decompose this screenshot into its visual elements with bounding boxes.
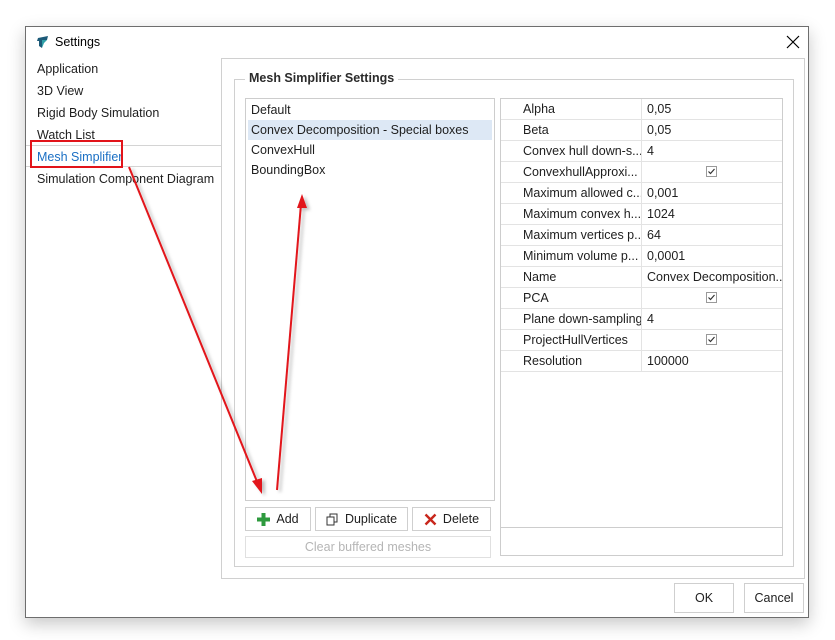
property-row[interactable]: Name Convex Decomposition... bbox=[501, 267, 782, 288]
property-name: Alpha bbox=[523, 102, 555, 116]
property-row[interactable]: Plane down-sampling 4 bbox=[501, 309, 782, 330]
property-grid: Alpha 0,05 Beta 0,05 Convex hull down-s... 4 C… bbox=[500, 98, 783, 556]
property-name: ProjectHullVertices bbox=[523, 333, 628, 347]
duplicate-label: Duplicate bbox=[344, 512, 398, 526]
add-label: Add bbox=[276, 512, 299, 526]
property-value[interactable]: 100000 bbox=[647, 351, 782, 371]
property-row[interactable]: Maximum convex h... 1024 bbox=[501, 204, 782, 225]
property-name: Maximum allowed c... bbox=[523, 186, 641, 200]
property-column-divider bbox=[641, 309, 642, 329]
nav-item-simulation-component-diagram[interactable]: Simulation Component Diagram bbox=[37, 172, 214, 186]
property-row[interactable]: Resolution 100000 bbox=[501, 351, 782, 372]
property-column-divider bbox=[641, 120, 642, 140]
property-value[interactable]: 64 bbox=[647, 225, 782, 245]
property-name: ConvexhullApproxi... bbox=[523, 165, 638, 179]
property-value[interactable]: 0,0001 bbox=[647, 246, 782, 266]
ok-label: OK bbox=[694, 591, 714, 605]
property-row[interactable]: ProjectHullVertices bbox=[501, 330, 782, 351]
description-divider bbox=[501, 527, 782, 528]
property-name: Name bbox=[523, 270, 557, 284]
property-column-divider bbox=[641, 204, 642, 224]
property-row[interactable]: Minimum volume p... 0,0001 bbox=[501, 246, 782, 267]
checkmark-icon bbox=[708, 168, 715, 175]
content-panel: Mesh Simplifier Settings Default Convex … bbox=[221, 58, 805, 579]
title-bar: Settings bbox=[26, 27, 808, 57]
add-button[interactable]: Add bbox=[245, 507, 311, 531]
preset-item-convex-decomposition[interactable]: Convex Decomposition - Special boxes bbox=[248, 120, 492, 140]
property-value[interactable]: 4 bbox=[647, 309, 782, 329]
preset-list[interactable]: Default Convex Decomposition - Special b… bbox=[245, 98, 495, 501]
property-column-divider bbox=[641, 351, 642, 371]
preset-item-default[interactable]: Default bbox=[248, 100, 492, 120]
delete-label: Delete bbox=[442, 512, 480, 526]
nav-item-rigid-body-simulation[interactable]: Rigid Body Simulation bbox=[37, 106, 159, 120]
property-checkbox[interactable] bbox=[706, 292, 717, 303]
property-value[interactable]: 0,001 bbox=[647, 183, 782, 203]
property-name: Maximum vertices p... bbox=[523, 228, 641, 242]
property-column-divider bbox=[641, 267, 642, 287]
cancel-label: Cancel bbox=[754, 591, 794, 605]
property-column-divider bbox=[641, 162, 642, 182]
property-checkbox[interactable] bbox=[706, 334, 717, 345]
group-title: Mesh Simplifier Settings bbox=[245, 71, 399, 85]
ok-button[interactable]: OK bbox=[674, 583, 734, 613]
duplicate-button[interactable]: Duplicate bbox=[315, 507, 408, 531]
preset-item-boundingbox[interactable]: BoundingBox bbox=[248, 160, 492, 180]
nav-item-application[interactable]: Application bbox=[37, 62, 98, 76]
mesh-simplifier-groupbox: Mesh Simplifier Settings Default Convex … bbox=[234, 71, 794, 567]
property-value[interactable]: 4 bbox=[647, 141, 782, 161]
property-column-divider bbox=[641, 330, 642, 350]
property-row[interactable]: Maximum vertices p... 64 bbox=[501, 225, 782, 246]
property-name: PCA bbox=[523, 291, 549, 305]
plus-icon bbox=[257, 512, 271, 526]
property-column-divider bbox=[641, 99, 642, 119]
settings-dialog: Settings Application 3D View Rigid Body … bbox=[25, 26, 809, 618]
property-value[interactable]: 0,05 bbox=[647, 99, 782, 119]
delete-button[interactable]: Delete bbox=[412, 507, 491, 531]
property-column-divider bbox=[641, 183, 642, 203]
checkmark-icon bbox=[708, 336, 715, 343]
property-name: Beta bbox=[523, 123, 549, 137]
property-checkbox[interactable] bbox=[706, 166, 717, 177]
duplicate-icon bbox=[326, 513, 338, 525]
settings-nav: Application 3D View Rigid Body Simulatio… bbox=[26, 57, 221, 207]
property-name: Plane down-sampling bbox=[523, 312, 641, 326]
property-row[interactable]: PCA bbox=[501, 288, 782, 309]
property-row[interactable]: Alpha 0,05 bbox=[501, 99, 782, 120]
nav-item-3d-view[interactable]: 3D View bbox=[37, 84, 83, 98]
property-row[interactable]: Convex hull down-s... 4 bbox=[501, 141, 782, 162]
clear-buffered-meshes-button[interactable]: Clear buffered meshes bbox=[245, 536, 491, 558]
cancel-button[interactable]: Cancel bbox=[744, 583, 804, 613]
close-icon bbox=[786, 35, 800, 49]
checkmark-icon bbox=[708, 294, 715, 301]
property-name: Maximum convex h... bbox=[523, 207, 641, 221]
window-title: Settings bbox=[55, 35, 101, 49]
property-row[interactable]: Beta 0,05 bbox=[501, 120, 782, 141]
property-column-divider bbox=[641, 141, 642, 161]
clear-label: Clear buffered meshes bbox=[304, 540, 432, 554]
property-row[interactable]: ConvexhullApproxi... bbox=[501, 162, 782, 183]
delete-x-icon bbox=[424, 513, 437, 525]
property-row[interactable]: Maximum allowed c... 0,001 bbox=[501, 183, 782, 204]
property-name: Resolution bbox=[523, 354, 583, 368]
property-name: Convex hull down-s... bbox=[523, 144, 641, 158]
annotation-highlight-box bbox=[30, 140, 123, 168]
property-value[interactable]: Convex Decomposition... bbox=[647, 267, 782, 287]
property-column-divider bbox=[641, 246, 642, 266]
property-value[interactable]: 1024 bbox=[647, 204, 782, 224]
app-logo-icon bbox=[36, 35, 50, 49]
property-column-divider bbox=[641, 288, 642, 308]
preset-item-convexhull[interactable]: ConvexHull bbox=[248, 140, 492, 160]
close-button[interactable] bbox=[782, 31, 804, 53]
property-column-divider bbox=[641, 225, 642, 245]
property-value[interactable]: 0,05 bbox=[647, 120, 782, 140]
property-name: Minimum volume p... bbox=[523, 249, 639, 263]
